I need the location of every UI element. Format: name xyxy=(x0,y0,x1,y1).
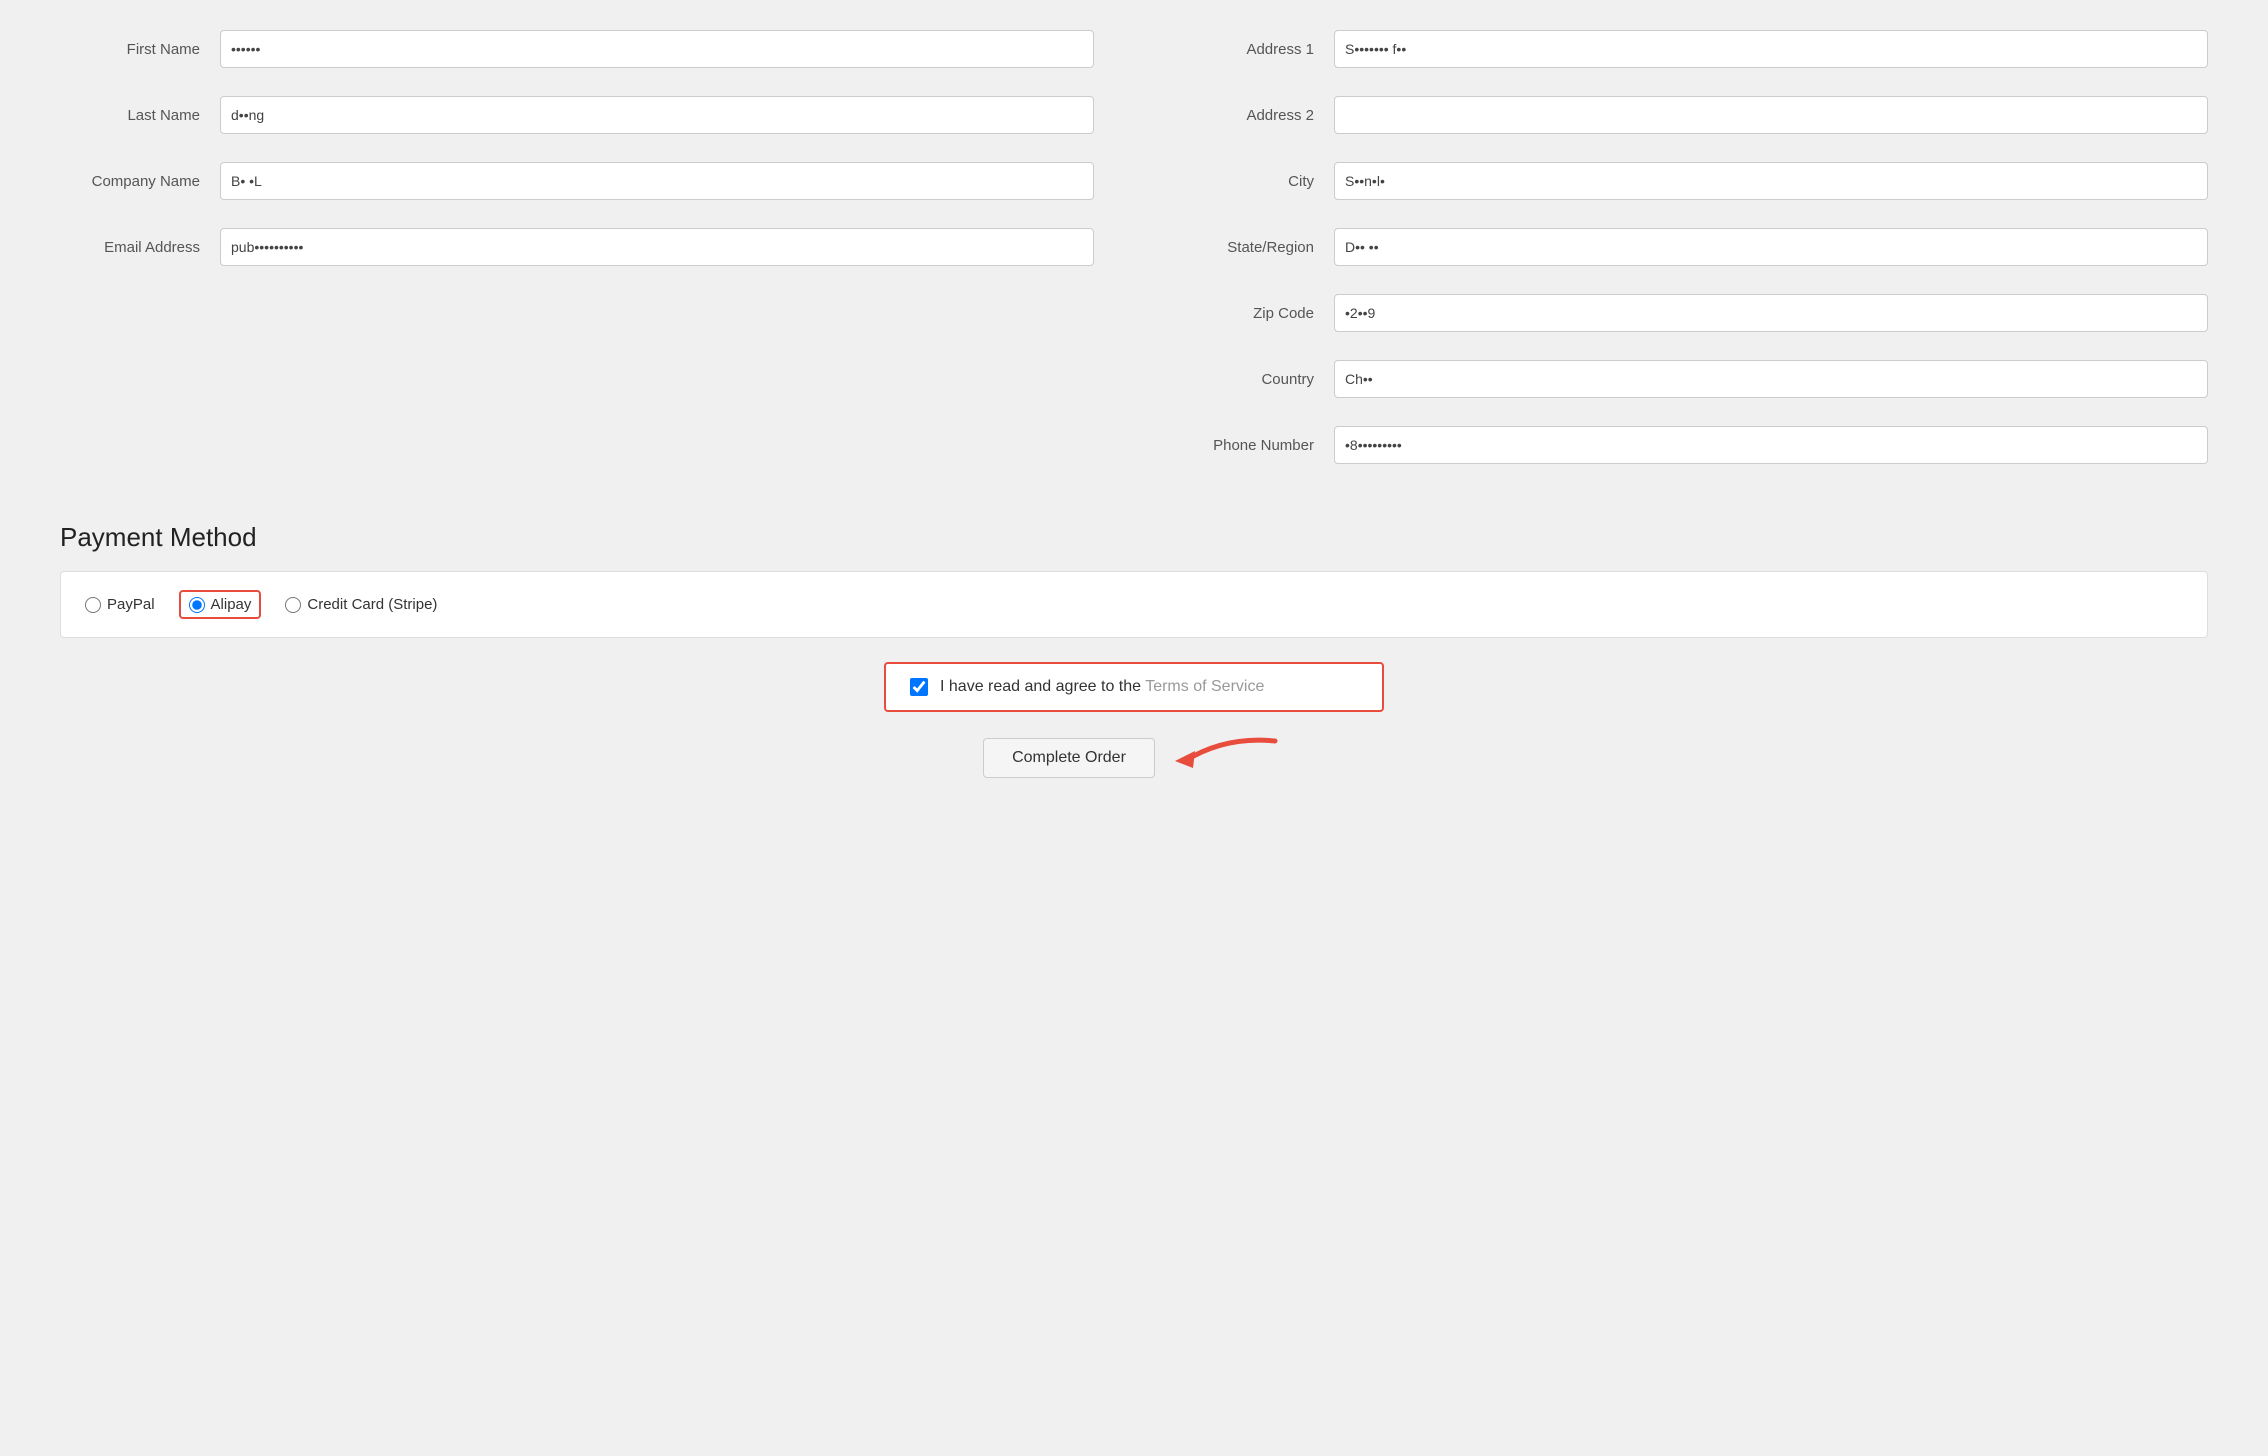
phone-input[interactable] xyxy=(1334,426,2208,464)
address1-input[interactable] xyxy=(1334,30,2208,68)
address1-label: Address 1 xyxy=(1174,41,1334,58)
company-name-label: Company Name xyxy=(60,173,220,190)
alipay-radio[interactable] xyxy=(189,597,205,613)
email-input[interactable] xyxy=(220,228,1094,266)
country-label: Country xyxy=(1174,371,1334,388)
city-input[interactable] xyxy=(1334,162,2208,200)
paypal-radio[interactable] xyxy=(85,597,101,613)
payment-options-box: PayPal Alipay Credit Card (Stripe) xyxy=(60,571,2208,638)
payment-section: Payment Method PayPal Alipay Credit Card… xyxy=(60,522,2208,638)
address2-row: Address 2 xyxy=(1174,96,2208,134)
terms-area: I have read and agree to the Terms of Se… xyxy=(60,662,2208,790)
terms-checkbox[interactable] xyxy=(910,678,928,696)
last-name-label: Last Name xyxy=(60,107,220,124)
terms-text: I have read and agree to the Terms of Se… xyxy=(940,678,1264,696)
first-name-row: First Name xyxy=(60,30,1094,68)
stripe-radio[interactable] xyxy=(285,597,301,613)
address1-row: Address 1 xyxy=(1174,30,2208,68)
stripe-label: Credit Card (Stripe) xyxy=(307,596,437,613)
left-form-section: First Name Last Name Company Name Email … xyxy=(60,30,1094,492)
alipay-highlighted-box: Alipay xyxy=(179,590,262,619)
right-form-section: Address 1 Address 2 City State/Region Zi… xyxy=(1174,30,2208,492)
state-input[interactable] xyxy=(1334,228,2208,266)
alipay-option[interactable]: Alipay xyxy=(189,596,252,613)
payment-title: Payment Method xyxy=(60,522,2208,553)
country-row: Country xyxy=(1174,360,2208,398)
company-name-input[interactable] xyxy=(220,162,1094,200)
paypal-option[interactable]: PayPal xyxy=(85,596,155,613)
last-name-input[interactable] xyxy=(220,96,1094,134)
stripe-option[interactable]: Credit Card (Stripe) xyxy=(285,596,437,613)
phone-label: Phone Number xyxy=(1174,437,1334,454)
city-row: City xyxy=(1174,162,2208,200)
last-name-row: Last Name xyxy=(60,96,1094,134)
country-input[interactable] xyxy=(1334,360,2208,398)
state-label: State/Region xyxy=(1174,239,1334,256)
email-label: Email Address xyxy=(60,239,220,256)
zip-row: Zip Code xyxy=(1174,294,2208,332)
phone-row: Phone Number xyxy=(1174,426,2208,464)
address2-input[interactable] xyxy=(1334,96,2208,134)
complete-order-area: Complete Order xyxy=(983,726,1285,790)
state-row: State/Region xyxy=(1174,228,2208,266)
alipay-label: Alipay xyxy=(211,596,252,613)
zip-input[interactable] xyxy=(1334,294,2208,332)
first-name-input[interactable] xyxy=(220,30,1094,68)
company-name-row: Company Name xyxy=(60,162,1094,200)
arrow-indicator xyxy=(1165,726,1285,790)
paypal-label: PayPal xyxy=(107,596,155,613)
terms-of-service-link[interactable]: Terms of Service xyxy=(1145,678,1264,695)
first-name-label: First Name xyxy=(60,41,220,58)
arrow-svg xyxy=(1165,726,1285,786)
address2-label: Address 2 xyxy=(1174,107,1334,124)
terms-box: I have read and agree to the Terms of Se… xyxy=(884,662,1384,712)
city-label: City xyxy=(1174,173,1334,190)
zip-label: Zip Code xyxy=(1174,305,1334,322)
email-row: Email Address xyxy=(60,228,1094,266)
complete-order-button[interactable]: Complete Order xyxy=(983,738,1155,778)
